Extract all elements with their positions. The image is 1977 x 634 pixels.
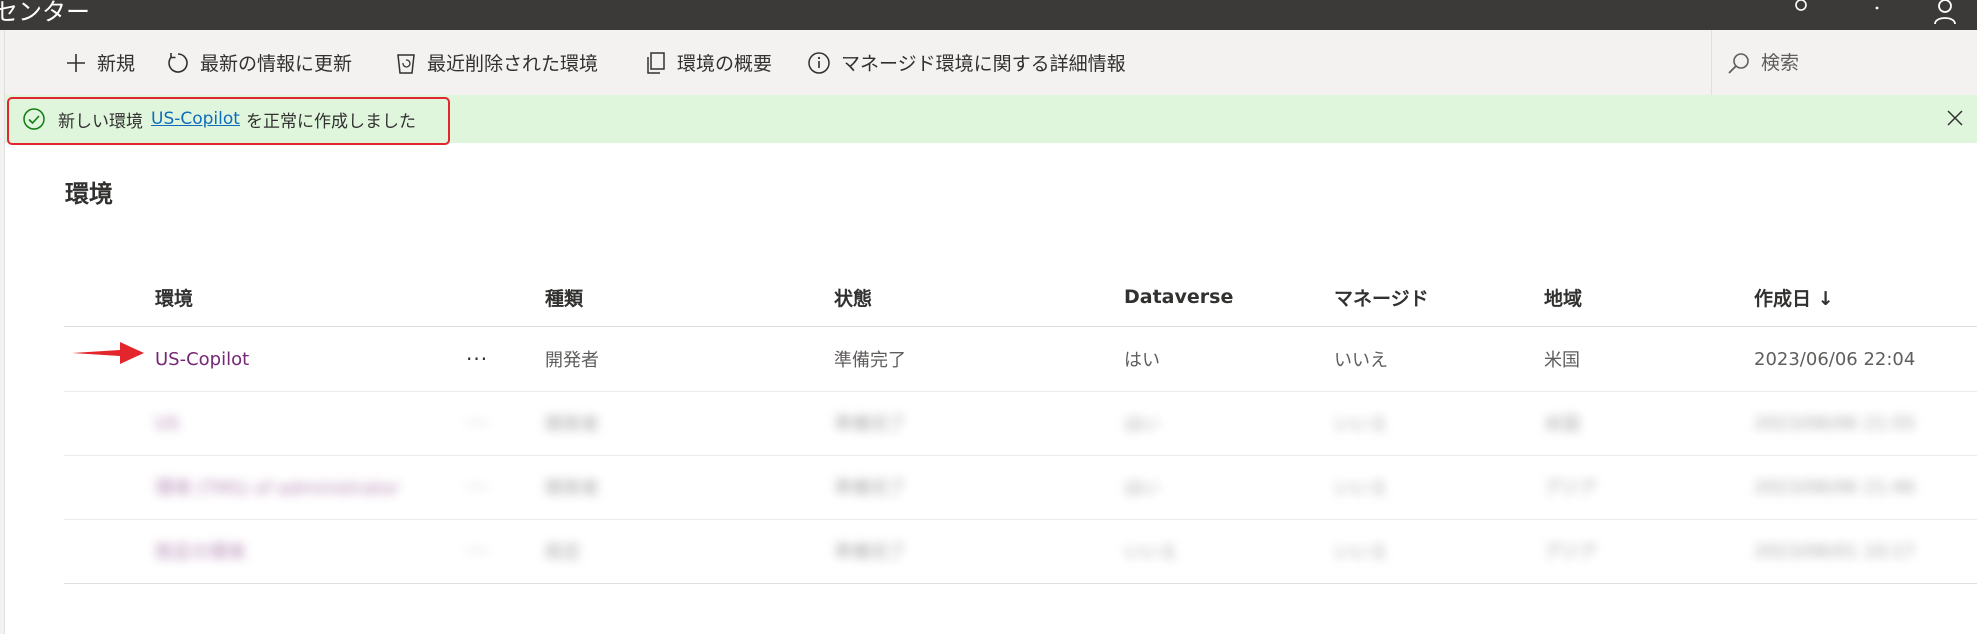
environment-state: 準備完了 [834,350,906,371]
top-header: センター [0,0,1977,30]
table-row[interactable]: US ··· 開発者 準備完了 はい いいえ 米国 2023/06/06 21:… [64,391,1977,455]
environment-state: 準備完了 [834,414,906,435]
environment-name-link[interactable]: US-Copilot [155,327,249,391]
more-options-button[interactable]: ··· [466,455,488,519]
close-icon[interactable] [1946,109,1964,131]
managed-environment-info-label: マネージド環境に関する詳細情報 [841,53,1126,75]
region-value: 米国 [1544,414,1580,435]
help-icon[interactable] [1866,0,1888,20]
new-button-label: 新規 [97,53,136,75]
table-row[interactable]: US-Copilot ··· 開発者 準備完了 はい いいえ 米国 2023/0… [64,327,1977,391]
dataverse-value: はい [1124,414,1160,435]
managed-value: いいえ [1334,478,1388,499]
environment-type: 既定 [545,542,581,563]
environment-state: 準備完了 [834,542,906,563]
dataverse-value: はい [1124,478,1160,499]
info-icon [808,51,830,74]
managed-value: いいえ [1334,542,1388,563]
recently-deleted-label: 最近削除された環境 [427,53,599,75]
table-row[interactable]: 環境 (TMS) of administrator ··· 開発者 準備完了 は… [64,455,1977,519]
more-options-button[interactable]: ··· [466,519,488,583]
managed-environment-info-button[interactable]: マネージド環境に関する詳細情報 [807,30,1126,95]
managed-value: いいえ [1334,350,1388,371]
column-header-created[interactable]: 作成日 ↓ [1754,268,1834,326]
region-value: アジア [1544,478,1598,499]
created-date: 2023/06/06 21:55 [1754,412,1916,434]
column-header-managed[interactable]: マネージド [1334,268,1429,326]
environment-name-link[interactable]: 環境 (TMS) of administrator [155,455,399,519]
search-divider [1711,30,1712,95]
trash-restore-icon [397,53,415,74]
row-divider [64,583,1977,584]
recently-deleted-button[interactable]: 最近削除された環境 [395,30,598,95]
dataverse-value: はい [1124,350,1160,371]
plus-icon [67,53,85,72]
refresh-button-label: 最新の情報に更新 [200,53,353,75]
column-header-region[interactable]: 地域 [1544,268,1582,326]
column-header-type[interactable]: 種類 [545,268,583,326]
app-title: センター [0,0,90,26]
region-value: 米国 [1544,350,1580,371]
refresh-button[interactable]: 最新の情報に更新 [166,30,352,95]
environment-name-link[interactable]: 既定の環境 [155,519,245,583]
column-header-state[interactable]: 状態 [834,268,872,326]
environment-name-link[interactable]: US [155,391,180,455]
more-options-button[interactable]: ··· [466,391,488,455]
environment-type: 開発者 [545,350,599,371]
column-header-dataverse[interactable]: Dataverse [1124,268,1233,326]
command-bar: 新規 最新の情報に更新 最近削除された環境 環境の概要 マネージド環境に関する詳… [5,30,1977,95]
more-options-button[interactable]: ··· [466,327,488,391]
page-title: 環境 [65,180,113,208]
copy-document-icon [647,51,665,74]
environment-type: 開発者 [545,414,599,435]
dataverse-value: いいえ [1124,542,1178,563]
environment-type: 開発者 [545,478,599,499]
search-input[interactable] [1759,50,1943,75]
environment-overview-label: 環境の概要 [677,53,773,75]
user-avatar-icon[interactable] [1930,0,1960,28]
settings-icon[interactable] [1790,0,1812,20]
search-icon [1728,52,1749,74]
new-button[interactable]: 新規 [65,30,135,95]
created-date: 2023/06/06 21:46 [1754,476,1916,498]
environment-state: 準備完了 [834,478,906,499]
search-box[interactable] [1727,30,1967,95]
environment-overview-button[interactable]: 環境の概要 [645,30,772,95]
created-date: 2023/06/01 10:17 [1754,540,1916,562]
annotation-highlight-box [7,97,450,145]
managed-value: いいえ [1334,414,1388,435]
refresh-icon [168,52,188,73]
region-value: アジア [1544,542,1598,563]
column-header-environment[interactable]: 環境 [155,268,193,326]
annotation-arrow-icon [72,342,144,364]
created-date: 2023/06/06 22:04 [1754,348,1916,370]
table-row[interactable]: 既定の環境 ··· 既定 準備完了 いいえ いいえ アジア 2023/06/01… [64,519,1977,583]
